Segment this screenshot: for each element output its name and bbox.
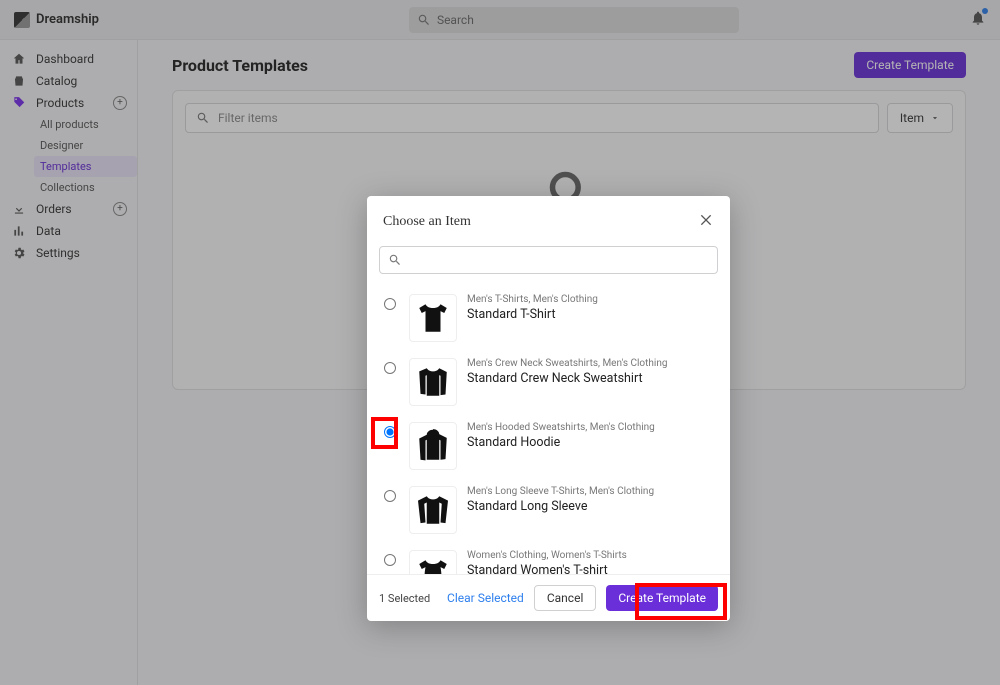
item-row[interactable]: Men's Long Sleeve T-Shirts, Men's Clothi…: [367, 478, 730, 542]
hoodie-icon: [413, 426, 453, 466]
dialog-close-button[interactable]: [698, 212, 714, 232]
item-name: Standard Crew Neck Sweatshirt: [467, 371, 716, 386]
item-row[interactable]: Men's T-Shirts, Men's Clothing Standard …: [367, 286, 730, 350]
item-radio[interactable]: [384, 362, 396, 374]
item-thumb: [409, 550, 457, 574]
dialog-title: Choose an Item: [383, 214, 471, 230]
item-category: Men's Crew Neck Sweatshirts, Men's Cloth…: [467, 358, 716, 369]
item-thumb: [409, 358, 457, 406]
item-name: Standard Hoodie: [467, 435, 716, 450]
tshirt-icon: [413, 298, 453, 338]
item-thumb: [409, 294, 457, 342]
cancel-button[interactable]: Cancel: [534, 585, 597, 611]
longsleeve-icon: [413, 490, 453, 530]
item-radio[interactable]: [384, 554, 396, 566]
item-thumb: [409, 486, 457, 534]
item-name: Standard Women's T-shirt: [467, 563, 716, 574]
item-category: Women's Clothing, Women's T-Shirts: [467, 550, 716, 561]
womens-tshirt-icon: [413, 554, 453, 574]
item-row[interactable]: Men's Hooded Sweatshirts, Men's Clothing…: [367, 414, 730, 478]
dialog-search-input[interactable]: [408, 253, 709, 267]
item-category: Men's Long Sleeve T-Shirts, Men's Clothi…: [467, 486, 716, 497]
dialog-search[interactable]: [379, 246, 718, 274]
item-row[interactable]: Women's Clothing, Women's T-Shirts Stand…: [367, 542, 730, 574]
dialog-item-list[interactable]: Men's T-Shirts, Men's Clothing Standard …: [367, 282, 730, 574]
create-template-confirm-button[interactable]: Create Template: [606, 585, 718, 611]
item-radio[interactable]: [384, 426, 396, 438]
search-icon: [388, 253, 402, 267]
choose-item-dialog: Choose an Item Men's T-Shirts, Men's Clo…: [367, 196, 730, 621]
selected-count: 1 Selected: [379, 592, 430, 605]
item-row[interactable]: Men's Crew Neck Sweatshirts, Men's Cloth…: [367, 350, 730, 414]
item-thumb: [409, 422, 457, 470]
item-name: Standard T-Shirt: [467, 307, 716, 322]
item-category: Men's Hooded Sweatshirts, Men's Clothing: [467, 422, 716, 433]
item-name: Standard Long Sleeve: [467, 499, 716, 514]
item-radio[interactable]: [384, 490, 396, 502]
dialog-footer: 1 Selected Clear Selected Cancel Create …: [367, 574, 730, 621]
clear-selected-button[interactable]: Clear Selected: [447, 591, 524, 605]
sweatshirt-icon: [413, 362, 453, 402]
item-radio[interactable]: [384, 298, 396, 310]
close-icon: [698, 212, 714, 228]
item-category: Men's T-Shirts, Men's Clothing: [467, 294, 716, 305]
